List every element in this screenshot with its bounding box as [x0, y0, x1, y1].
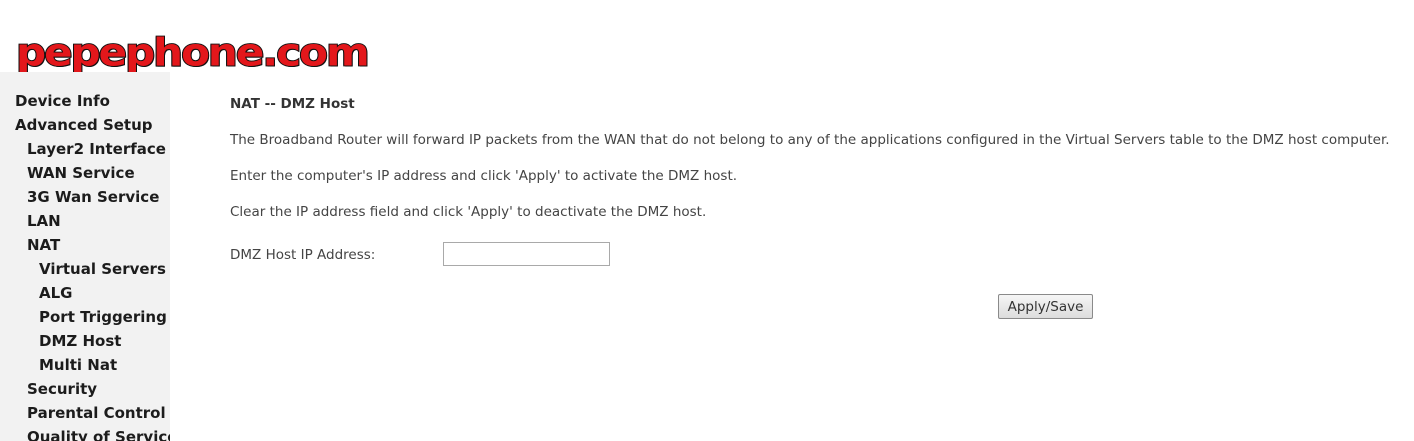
sidebar-item-multi-nat[interactable]: Multi Nat	[0, 353, 170, 377]
header: pepephone.com	[0, 0, 1414, 72]
sidebar-item-port-triggering[interactable]: Port Triggering	[0, 305, 170, 329]
dmz-ip-input[interactable]	[443, 242, 610, 266]
sidebar-item-virtual-servers[interactable]: Virtual Servers	[0, 257, 170, 281]
sidebar-item-quality-of-service[interactable]: Quality of Service	[0, 425, 170, 441]
description-activate: Enter the computer's IP address and clic…	[230, 168, 738, 184]
sidebar-item-nat[interactable]: NAT	[0, 233, 170, 257]
apply-save-button[interactable]: Apply/Save	[998, 294, 1093, 319]
sidebar-menu: Device Info Advanced Setup Layer2 Interf…	[0, 72, 170, 441]
page-title: NAT -- DMZ Host	[230, 96, 355, 112]
sidebar: Device Info Advanced Setup Layer2 Interf…	[0, 72, 170, 441]
sidebar-item-3g-wan-service[interactable]: 3G Wan Service	[0, 185, 170, 209]
pepephone-logo: pepephone.com	[15, 24, 371, 75]
sidebar-item-wan-service[interactable]: WAN Service	[0, 161, 170, 185]
sidebar-item-security[interactable]: Security	[0, 377, 170, 401]
sidebar-item-device-info[interactable]: Device Info	[0, 89, 170, 113]
sidebar-item-advanced-setup[interactable]: Advanced Setup	[0, 113, 170, 137]
sidebar-item-dmz-host[interactable]: DMZ Host	[0, 329, 170, 353]
dmz-ip-label: DMZ Host IP Address:	[230, 247, 376, 263]
sidebar-item-alg[interactable]: ALG	[0, 281, 170, 305]
logo-text: pepephone.com	[15, 29, 371, 75]
description-deactivate: Clear the IP address field and click 'Ap…	[230, 204, 707, 220]
sidebar-item-lan[interactable]: LAN	[0, 209, 170, 233]
description-forwarding: The Broadband Router will forward IP pac…	[230, 132, 1390, 148]
sidebar-item-parental-control[interactable]: Parental Control	[0, 401, 170, 425]
sidebar-item-layer2-interface[interactable]: Layer2 Interface	[0, 137, 170, 161]
